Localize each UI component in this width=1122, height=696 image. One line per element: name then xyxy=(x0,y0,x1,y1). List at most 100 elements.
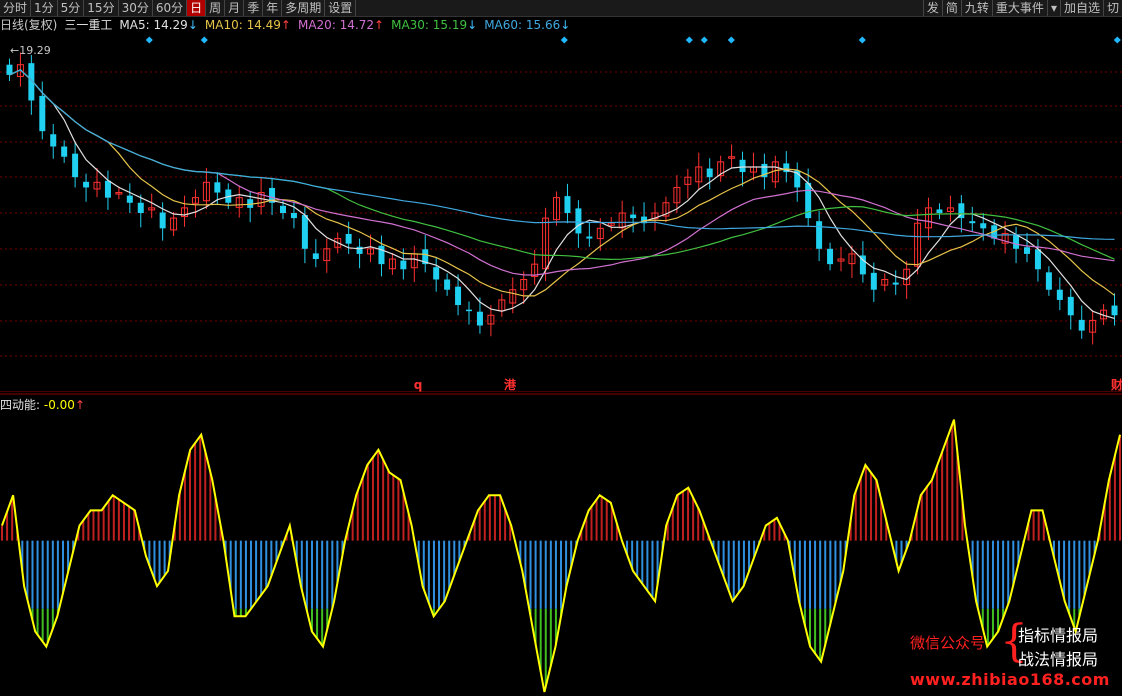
ma-legend-item: MA60: 15.66↓ xyxy=(484,18,571,32)
toolbar-button[interactable]: 重大事件 xyxy=(991,0,1047,16)
candle-body xyxy=(827,248,834,265)
candle-body xyxy=(104,180,111,198)
watermark-wechat: 微信公众号 xyxy=(910,634,986,652)
watermark-url: www.zhibiao168.com xyxy=(910,670,1110,689)
candle-body xyxy=(280,205,286,213)
event-marker: 港 xyxy=(504,377,517,392)
signal-diamond xyxy=(200,36,208,44)
price-candlestick-chart[interactable]: ←19.29 q 港 财 xyxy=(0,34,1122,392)
candle-body xyxy=(214,182,221,193)
candle-body xyxy=(936,209,943,213)
toolbar-button[interactable]: 简 xyxy=(941,0,961,16)
oscillator-name: 四动能: xyxy=(0,398,41,412)
ma-line xyxy=(9,69,1115,297)
high-price-label: ←19.29 xyxy=(10,44,51,57)
period-tab[interactable]: 15分 xyxy=(84,0,119,16)
candle-body xyxy=(301,215,308,249)
signal-diamond xyxy=(560,36,568,44)
signal-diamond xyxy=(858,36,866,44)
ma-trend-arrow: ↑ xyxy=(280,18,291,32)
candle-body xyxy=(1067,296,1074,316)
stock-name: 三一重工 xyxy=(64,18,113,32)
toolbar-button[interactable]: ▾ xyxy=(1046,0,1060,16)
candle-body xyxy=(1056,289,1063,300)
ma-trend-arrow: ↓ xyxy=(560,18,571,32)
candle-body xyxy=(1013,234,1020,249)
ma-legend-item: MA20: 14.72↑ xyxy=(297,18,385,32)
period-tab[interactable]: 季 xyxy=(244,0,264,16)
toolbar-button[interactable]: 切 xyxy=(1102,0,1122,16)
ma-line xyxy=(9,69,1115,276)
candle-body xyxy=(378,245,385,265)
ma-line xyxy=(9,69,1115,261)
chart-mode-label[interactable]: 日线(复权) xyxy=(0,17,57,33)
candle-body xyxy=(39,95,46,132)
candle-body xyxy=(345,233,352,244)
ma-legend: MA5: 14.29↓ MA10: 14.49↑ MA20: 14.72↑ MA30:… xyxy=(119,17,570,33)
signal-diamond xyxy=(727,36,735,44)
signal-diamond xyxy=(1113,36,1121,44)
period-tab[interactable]: 多周期 xyxy=(282,0,326,16)
chart-info-bar: 日线(复权) 三一重工 MA5: 14.29↓ MA10: 14.49↑ MA20:… xyxy=(0,17,570,33)
candle-body xyxy=(1034,249,1041,270)
period-tab[interactable]: 1分 xyxy=(31,0,58,16)
candle-body xyxy=(1045,272,1052,290)
event-marker: q xyxy=(414,378,423,392)
signal-diamond xyxy=(145,36,153,44)
period-tabs: 分时 1分 5分 15分 30分 60分日周月季年多周期 设置 xyxy=(0,0,357,16)
candle-body xyxy=(892,282,899,285)
candle-body xyxy=(476,311,483,326)
period-tab[interactable]: 设置 xyxy=(325,0,357,16)
candle-body xyxy=(1078,319,1085,331)
signal-diamond xyxy=(700,36,708,44)
candle-body xyxy=(290,213,297,219)
candle-body xyxy=(1024,247,1030,254)
ma-legend-item: MA5: 14.29↓ xyxy=(119,18,198,32)
candle-body xyxy=(159,212,166,229)
toolbar-button[interactable]: 九转 xyxy=(960,0,992,16)
candle-body xyxy=(739,159,746,173)
period-tab[interactable]: 周 xyxy=(206,0,226,16)
candle-body xyxy=(455,286,462,306)
candle-body xyxy=(630,214,637,219)
period-tab[interactable]: 分时 xyxy=(0,0,32,16)
candle-body xyxy=(83,181,90,188)
period-tab[interactable]: 月 xyxy=(225,0,245,16)
toolbar-button[interactable]: 发 xyxy=(922,0,942,16)
signal-diamond xyxy=(685,36,693,44)
candle-body xyxy=(61,146,68,157)
candle-body xyxy=(564,196,571,213)
candle-body xyxy=(312,253,319,260)
oscillator-value: -0.00 xyxy=(43,398,75,412)
candle-body xyxy=(575,208,582,234)
period-tab[interactable]: 年 xyxy=(263,0,283,16)
candle-body xyxy=(433,267,440,280)
candle-body xyxy=(400,260,407,270)
candle-body xyxy=(816,221,823,249)
period-toolbar: 分时 1分 5分 15分 30分 60分日周月季年多周期 设置 发简九转 重大事件 ▾ 加自选切 xyxy=(0,0,1122,17)
toolbar-right: 发简九转 重大事件 ▾ 加自选切 xyxy=(922,0,1122,16)
candle-body xyxy=(444,279,451,290)
ma-trend-arrow: ↑ xyxy=(374,18,385,32)
candle-body xyxy=(586,236,593,239)
candle-body xyxy=(72,153,79,178)
candle-body xyxy=(466,309,472,312)
oscillator-title: 四动能: -0.00↑ xyxy=(0,397,85,413)
candle-body xyxy=(1111,305,1118,316)
watermark: 微信公众号 { 指标情报局 战法情报局 www.zhibiao168.com xyxy=(910,620,1122,696)
candle-body xyxy=(980,223,987,229)
period-tab[interactable]: 60分 xyxy=(153,0,188,16)
toolbar-button[interactable]: 加自选 xyxy=(1059,0,1103,16)
ma-legend-item: MA10: 14.49↑ xyxy=(204,18,291,32)
period-tab[interactable]: 日 xyxy=(187,0,207,16)
period-tab[interactable]: 30分 xyxy=(119,0,153,16)
period-tab[interactable]: 5分 xyxy=(58,0,85,16)
candle-body xyxy=(137,202,144,213)
candle-body xyxy=(126,195,133,203)
watermark-line2: 战法情报局 xyxy=(1018,650,1099,669)
ma-trend-arrow: ↓ xyxy=(187,18,198,32)
watermark-line1: 指标情报局 xyxy=(1018,626,1099,645)
candle-body xyxy=(969,221,976,224)
oscillator-arrow: ↑ xyxy=(74,398,85,412)
ma-trend-arrow: ↓ xyxy=(467,18,478,32)
